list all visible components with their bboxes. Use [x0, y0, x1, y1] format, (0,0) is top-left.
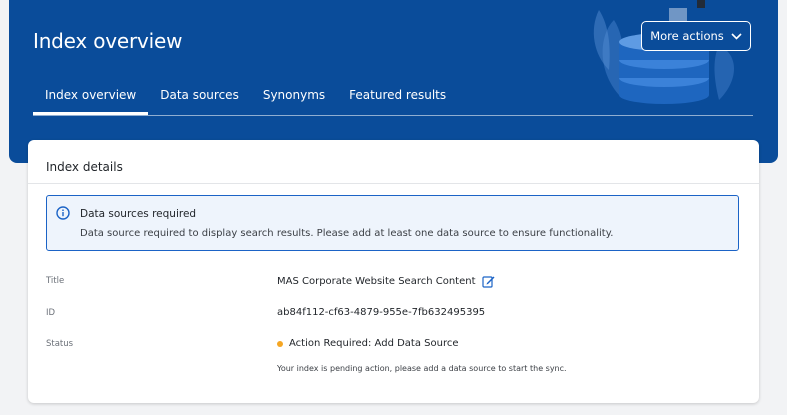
tab-featured-results[interactable]: Featured results	[337, 80, 458, 115]
divider	[28, 183, 759, 184]
chevron-down-icon	[731, 32, 742, 40]
tab-index-overview[interactable]: Index overview	[33, 80, 149, 115]
id-label: ID	[46, 308, 56, 318]
index-details-card: Index details Data sources required Data…	[28, 140, 759, 403]
status-label: Status	[46, 339, 74, 349]
edit-icon[interactable]	[481, 275, 495, 288]
title-value: MAS Corporate Website Search Content	[277, 276, 476, 287]
id-text: ab84f112-cf63-4879-955e-7fb632495395	[277, 307, 486, 318]
title-value-row: MAS Corporate Website Search Content	[277, 275, 495, 288]
alert-body: Data source required to display search r…	[80, 228, 614, 239]
more-actions-label: More actions	[650, 29, 724, 43]
card-title: Index details	[46, 160, 123, 174]
status-note: Your index is pending action, please add…	[277, 364, 567, 373]
alert-title: Data sources required	[80, 208, 197, 220]
tab-data-sources[interactable]: Data sources	[148, 80, 251, 115]
info-icon	[56, 206, 70, 220]
more-actions-button[interactable]: More actions	[641, 21, 751, 51]
tab-synonyms[interactable]: Synonyms	[251, 80, 337, 115]
status-value-row: Action Required: Add Data Source	[277, 338, 459, 349]
header-banner: Index overview More actions Index overvi…	[9, 0, 778, 163]
status-value: Action Required: Add Data Source	[289, 338, 459, 349]
id-value: ab84f112-cf63-4879-955e-7fb632495395	[277, 307, 485, 318]
tab-bar: Index overview Data sources Synonyms Fea…	[33, 80, 753, 116]
page-title: Index overview	[33, 29, 183, 53]
status-dot	[277, 340, 283, 347]
title-label: Title	[46, 276, 65, 286]
info-alert: Data sources required Data source requir…	[46, 195, 739, 251]
